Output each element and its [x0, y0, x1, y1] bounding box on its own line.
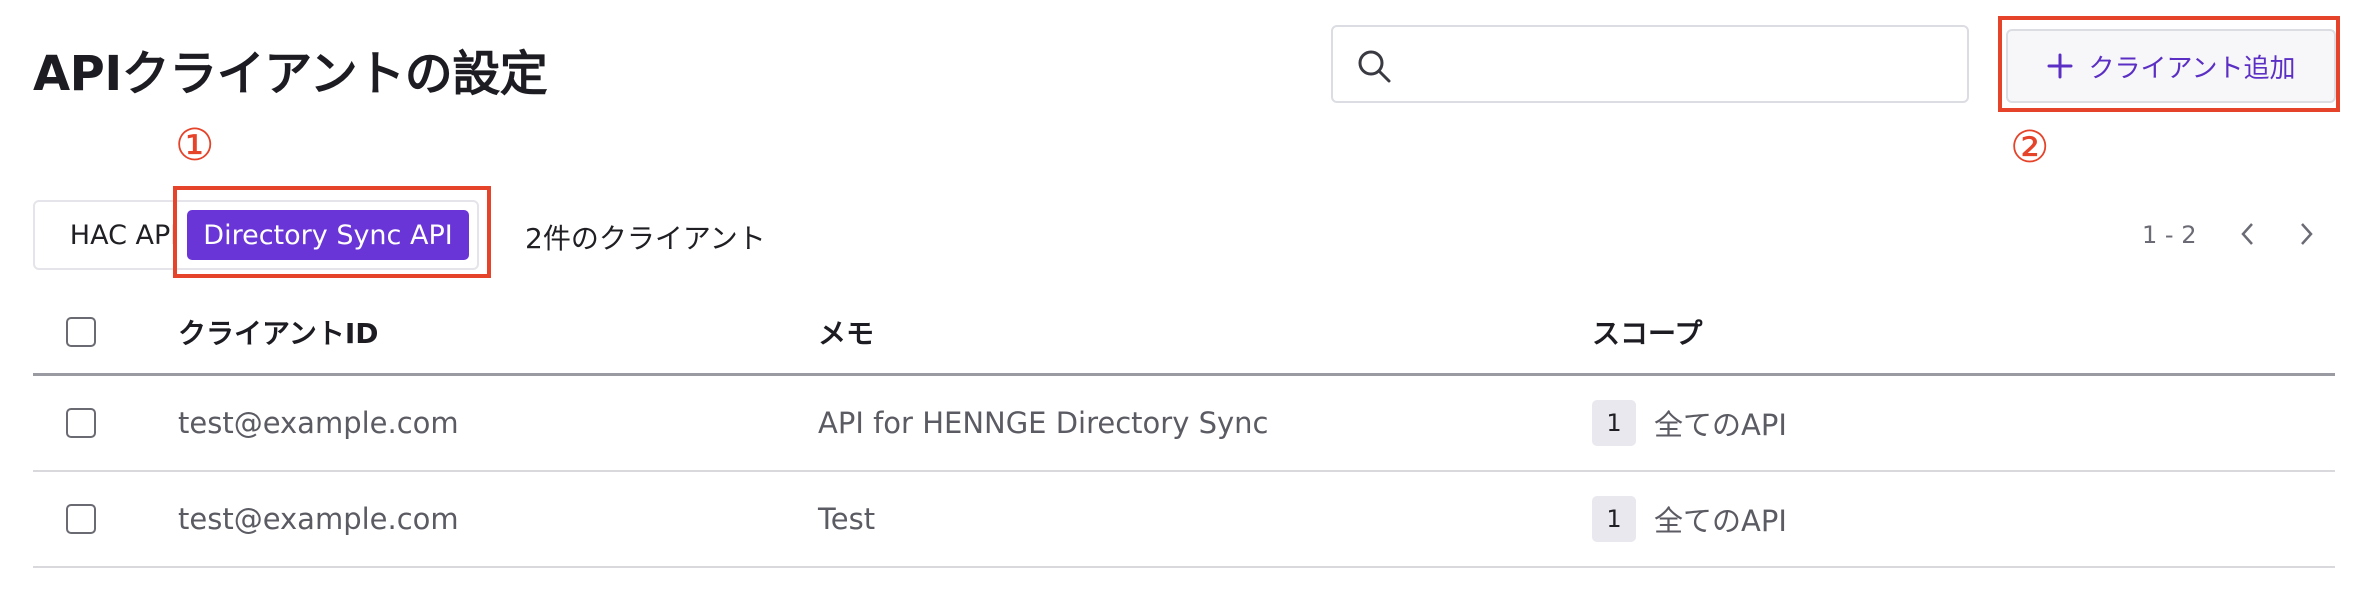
- row-select-cell: [66, 472, 96, 566]
- table-row[interactable]: test@example.com Test 1 全てのAPI: [33, 472, 2335, 568]
- annotation-marker-2: ②: [2010, 122, 2050, 173]
- scope-cell: 1 全てのAPI: [1592, 472, 1787, 566]
- column-header-memo[interactable]: メモ: [818, 290, 874, 373]
- memo-cell: API for HENNGE Directory Sync: [818, 406, 1269, 440]
- column-header-scope[interactable]: スコープ: [1592, 290, 1702, 373]
- previous-page-button[interactable]: [2228, 214, 2268, 254]
- row-checkbox[interactable]: [66, 504, 96, 534]
- annotation-box-add-button: [1998, 16, 2340, 112]
- row-checkbox[interactable]: [66, 408, 96, 438]
- next-page-button[interactable]: [2286, 214, 2326, 254]
- table-header-row: クライアントID メモ スコープ: [33, 290, 2335, 376]
- scope-cell: 1 全てのAPI: [1592, 376, 1787, 470]
- annotation-marker-1: ①: [175, 120, 215, 171]
- chevron-right-icon: [2301, 223, 2313, 245]
- client-id-cell: test@example.com: [178, 406, 459, 440]
- memo-cell: Test: [818, 502, 876, 536]
- page-title: APIクライアントの設定: [33, 46, 548, 102]
- select-all-checkbox[interactable]: [66, 316, 96, 347]
- client-id-cell: test@example.com: [178, 502, 459, 536]
- column-header-client-id[interactable]: クライアントID: [178, 290, 379, 373]
- row-select-cell: [66, 376, 96, 470]
- api-client-settings-page: APIクライアントの設定 クライアント追加 ② ① HAC API Direct…: [0, 0, 2362, 614]
- scope-label: 全てのAPI: [1654, 504, 1787, 538]
- search-icon: [1358, 50, 1391, 83]
- table-row[interactable]: test@example.com API for HENNGE Director…: [33, 376, 2335, 472]
- pagination-range: 1 - 2: [2142, 221, 2197, 249]
- chevron-left-icon: [2241, 223, 2253, 245]
- search-box[interactable]: [1331, 25, 1969, 103]
- search-input[interactable]: [1405, 35, 1959, 95]
- scope-count-badge: 1: [1592, 496, 1636, 542]
- annotation-box-directory-sync-tab: [173, 186, 491, 278]
- select-all-cell: [66, 290, 96, 373]
- scope-count-badge: 1: [1592, 400, 1636, 446]
- client-count: 2件のクライアント: [525, 222, 766, 255]
- scope-label: 全てのAPI: [1654, 408, 1787, 442]
- clients-table: クライアントID メモ スコープ test@example.com API fo…: [33, 290, 2335, 568]
